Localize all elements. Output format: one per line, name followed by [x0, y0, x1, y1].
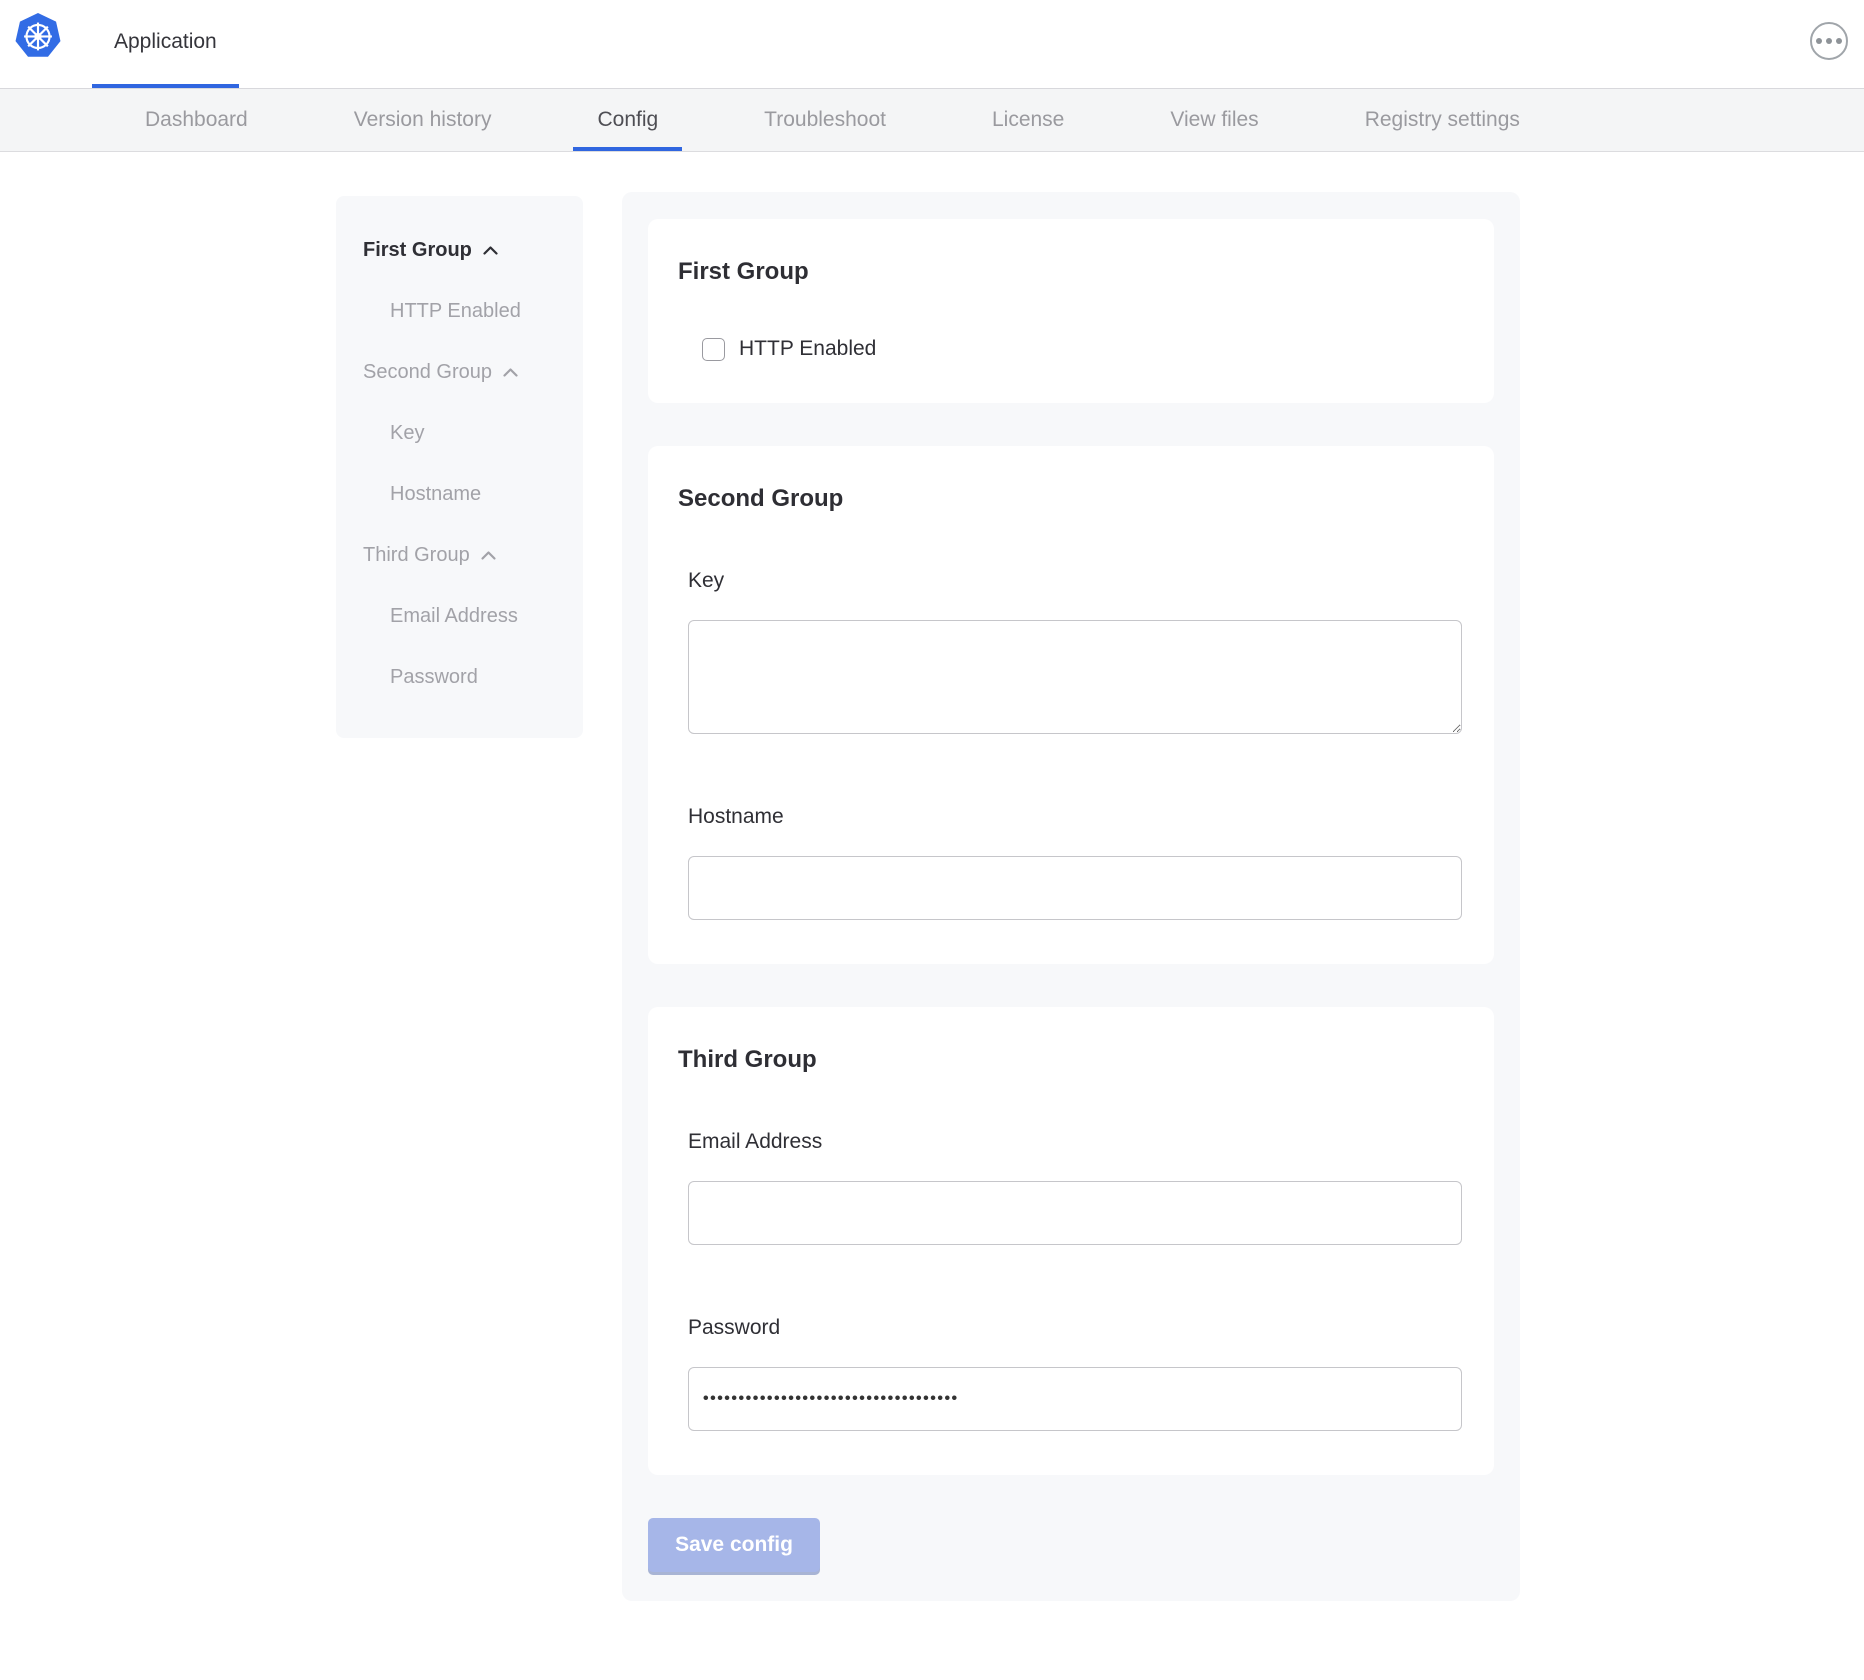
tab-config[interactable]: Config [573, 89, 682, 151]
config-nav-label: HTTP Enabled [390, 300, 521, 323]
password-input[interactable] [688, 1367, 1462, 1431]
checkbox-label: HTTP Enabled [739, 337, 876, 361]
app-header: Application [0, 0, 1864, 88]
application-nav-label: Application [114, 30, 217, 54]
config-nav-key[interactable]: Key [336, 403, 583, 464]
config-nav-label: Email Address [390, 605, 518, 628]
tab-version-history[interactable]: Version history [330, 89, 516, 151]
config-nav-hostname[interactable]: Hostname [336, 464, 583, 525]
tab-registry-settings[interactable]: Registry settings [1341, 89, 1544, 151]
tab-troubleshoot[interactable]: Troubleshoot [740, 89, 910, 151]
config-nav-http-enabled[interactable]: HTTP Enabled [336, 281, 583, 342]
field-label: Hostname [688, 804, 1464, 830]
admin-console-page: Application Dashboard Version history Conf… [0, 0, 1864, 1680]
key-field: Key [688, 568, 1464, 734]
config-nav-label: Key [390, 422, 424, 445]
field-label: Email Address [688, 1129, 1464, 1155]
key-textarea[interactable] [688, 620, 1462, 734]
field-label: Key [688, 568, 1464, 594]
email-address-field: Email Address [688, 1129, 1464, 1245]
config-group-card-first-group: First Group HTTP Enabled [648, 219, 1494, 403]
config-nav-third-group[interactable]: Third Group [336, 525, 583, 586]
config-group-card-second-group: Second Group Key Hostname [648, 446, 1494, 964]
config-nav-first-group[interactable]: First Group [336, 220, 583, 281]
config-nav-password[interactable]: Password [336, 647, 583, 708]
tab-dashboard[interactable]: Dashboard [121, 89, 272, 151]
tab-view-files[interactable]: View files [1146, 89, 1282, 151]
group-title: Third Group [678, 1045, 1464, 1075]
application-nav-tab[interactable]: Application [92, 0, 239, 88]
config-form-panel: First Group HTTP Enabled Second Group Key Ho… [622, 192, 1520, 1601]
config-nav-label: Password [390, 666, 478, 689]
save-config-button[interactable]: Save config [648, 1518, 820, 1572]
group-title: First Group [678, 257, 1464, 287]
config-nav-second-group[interactable]: Second Group [336, 342, 583, 403]
hostname-input[interactable] [688, 856, 1462, 920]
chevron-up-icon [480, 550, 497, 561]
config-nav-label: Hostname [390, 483, 481, 506]
config-sidebar-nav: First Group HTTP Enabled Second Group Key Ho… [336, 196, 583, 738]
hostname-field: Hostname [688, 804, 1464, 920]
config-nav-label: Third Group [363, 544, 470, 567]
http-enabled-checkbox-row[interactable]: HTTP Enabled [702, 337, 1464, 361]
config-nav-label: Second Group [363, 361, 492, 384]
config-groups-container: First Group HTTP Enabled Second Group Key Ho… [648, 219, 1494, 1475]
group-title: Second Group [678, 484, 1464, 514]
config-content-area: First Group HTTP Enabled Second Group Key Ho… [0, 152, 1864, 1680]
config-group-card-third-group: Third Group Email Address Password [648, 1007, 1494, 1475]
config-nav-label: First Group [363, 239, 472, 262]
http-enabled-checkbox[interactable] [702, 338, 725, 361]
config-nav-email-address[interactable]: Email Address [336, 586, 583, 647]
field-label: Password [688, 1315, 1464, 1341]
ellipsis-icon [1816, 38, 1842, 44]
chevron-up-icon [482, 245, 499, 256]
email-address-input[interactable] [688, 1181, 1462, 1245]
kubernetes-logo-icon [14, 12, 62, 60]
password-field: Password [688, 1315, 1464, 1431]
chevron-up-icon [502, 367, 519, 378]
tab-license[interactable]: License [968, 89, 1088, 151]
page-tab-bar: Dashboard Version history Config Troublesho… [0, 88, 1864, 152]
overflow-menu-button[interactable] [1810, 22, 1848, 60]
